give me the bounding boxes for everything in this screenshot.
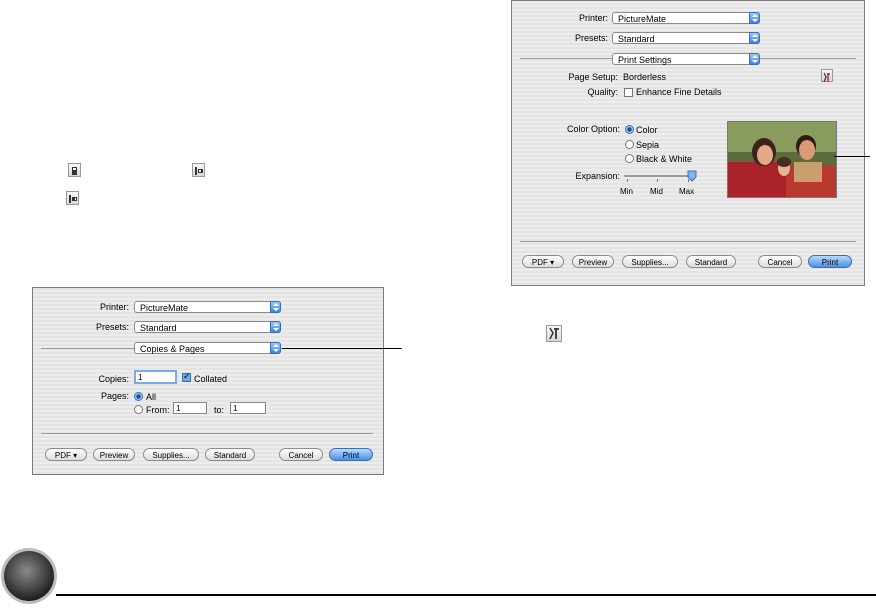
pdf-button[interactable]: PDF ▾ bbox=[45, 448, 87, 461]
cancel-button[interactable]: Cancel bbox=[279, 448, 323, 461]
landscape-left-icon bbox=[192, 163, 205, 177]
color-radio[interactable] bbox=[625, 125, 634, 134]
standard-button[interactable]: Standard bbox=[205, 448, 255, 461]
color-option-color: Color bbox=[636, 125, 658, 135]
separator bbox=[41, 348, 134, 349]
popup-arrows-icon bbox=[270, 342, 281, 354]
popup-arrows-icon bbox=[270, 301, 281, 313]
copies-pages-dialog: Printer: PictureMate Presets: Standard C… bbox=[32, 287, 384, 475]
popup-arrows-icon bbox=[749, 53, 760, 65]
popup-arrows-icon bbox=[749, 32, 760, 44]
expansion-slider-track[interactable] bbox=[624, 175, 694, 177]
panel-value: Print Settings bbox=[618, 55, 672, 65]
expansion-label: Expansion: bbox=[575, 171, 620, 181]
page-setup-value: Borderless bbox=[623, 72, 667, 82]
landscape-right-icon bbox=[66, 191, 79, 205]
print-settings-dialog: Printer: PictureMate Presets: Standard P… bbox=[511, 0, 865, 286]
presets-label: Presets: bbox=[95, 322, 129, 332]
photo-preview bbox=[727, 121, 837, 198]
black-white-radio[interactable] bbox=[625, 154, 634, 163]
color-option-sepia: Sepia bbox=[636, 140, 660, 150]
color-option-black-white: Black & White bbox=[636, 154, 693, 164]
presets-value: Standard bbox=[618, 34, 655, 44]
popup-arrows-icon bbox=[270, 321, 281, 333]
separator bbox=[41, 433, 373, 434]
enhance-fine-details-checkbox[interactable] bbox=[624, 88, 633, 97]
pages-all-radio[interactable] bbox=[134, 392, 143, 401]
callout-line bbox=[282, 348, 402, 349]
color-option-label: Color Option: bbox=[566, 124, 620, 134]
sepia-radio[interactable] bbox=[625, 140, 634, 149]
tick-label-min: Min bbox=[620, 187, 633, 196]
callout-line bbox=[834, 156, 870, 157]
pages-all-label: All bbox=[146, 392, 157, 402]
bottom-rule bbox=[56, 594, 876, 596]
popup-arrows-icon bbox=[749, 12, 760, 24]
pages-from-radio[interactable] bbox=[134, 405, 143, 414]
printer-popup[interactable]: PictureMate bbox=[134, 301, 281, 313]
print-button[interactable]: Print bbox=[329, 448, 373, 461]
panel-popup[interactable]: Print Settings bbox=[612, 53, 760, 65]
page-setup-label: Page Setup: bbox=[568, 72, 618, 82]
cancel-button[interactable]: Cancel bbox=[758, 255, 802, 268]
separator bbox=[760, 58, 856, 59]
tick-min bbox=[627, 179, 628, 182]
collated-checkbox[interactable] bbox=[182, 371, 191, 382]
tick-max bbox=[688, 179, 689, 182]
presets-popup[interactable]: Standard bbox=[612, 32, 760, 44]
printer-label: Printer: bbox=[99, 302, 129, 312]
from-field[interactable]: 1 bbox=[173, 402, 207, 414]
copies-field[interactable]: 1 bbox=[134, 370, 177, 384]
quality-label: Quality: bbox=[587, 87, 618, 97]
collated-label: Collated bbox=[194, 374, 228, 384]
printer-popup[interactable]: PictureMate bbox=[612, 12, 760, 24]
printer-label: Printer: bbox=[578, 13, 608, 23]
preview-button[interactable]: Preview bbox=[93, 448, 135, 461]
from-label: From: bbox=[146, 405, 170, 415]
borderless-tool-icon bbox=[546, 325, 562, 342]
pdf-button[interactable]: PDF ▾ bbox=[522, 255, 564, 268]
supplies-button[interactable]: Supplies... bbox=[143, 448, 199, 461]
presets-label: Presets: bbox=[574, 33, 608, 43]
supplies-button[interactable]: Supplies... bbox=[622, 255, 678, 268]
presets-value: Standard bbox=[140, 323, 177, 333]
panel-popup[interactable]: Copies & Pages bbox=[134, 342, 281, 354]
to-label: to: bbox=[214, 405, 225, 415]
print-button[interactable]: Print bbox=[808, 255, 852, 268]
portrait-orientation-icon bbox=[68, 163, 81, 177]
to-field[interactable]: 1 bbox=[230, 402, 266, 414]
panel-value: Copies & Pages bbox=[140, 344, 205, 354]
step-bullet-icon bbox=[0, 547, 58, 605]
borderless-tool-icon[interactable] bbox=[821, 69, 833, 83]
standard-button[interactable]: Standard bbox=[686, 255, 736, 268]
tick-label-max: Max bbox=[679, 187, 695, 196]
tick-mid bbox=[657, 179, 658, 182]
presets-popup[interactable]: Standard bbox=[134, 321, 281, 333]
pages-label: Pages: bbox=[100, 391, 129, 401]
separator bbox=[520, 58, 612, 59]
preview-button[interactable]: Preview bbox=[572, 255, 614, 268]
tick-label-mid: Mid bbox=[650, 187, 663, 196]
enhance-fine-details-label: Enhance Fine Details bbox=[636, 87, 722, 97]
printer-value: PictureMate bbox=[140, 303, 189, 313]
copies-label: Copies: bbox=[98, 374, 129, 384]
separator bbox=[520, 241, 856, 242]
printer-value: PictureMate bbox=[618, 14, 667, 24]
